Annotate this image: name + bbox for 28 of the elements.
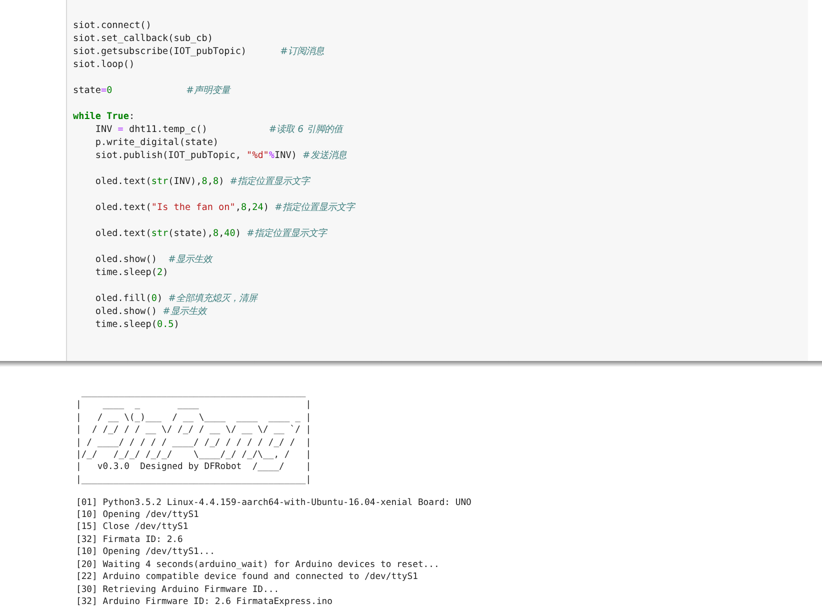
code-line: siot.connect() (73, 19, 152, 32)
code-line: siot.set_callback(sub_cb) (73, 32, 214, 45)
code-line: oled.show() #显示生效 (94, 253, 214, 266)
log-line: [20] Waiting 4 seconds(arduino_wait) for Arduino devices to reset... (76, 558, 440, 572)
ascii-art-title: __________________________________________ | ____ _ ____ | | / __ \(_)___ / __ \____ ____ ____ _ | | / /_/ / / __ \/ /_/ / __ \/ __ \/ __ `/ | | / ____/ / / / / ____/ /_/ / / / / /_/ / | |/_/ /_/_/ /_/_/ \____/_/ /_/\__, / | | v0.3.0 Designed by DFRobot /____/ | |__________________________________________| (76, 387, 312, 486)
code-line: oled.text(str(INV),8,8) #指定位置显示文字 (94, 175, 312, 188)
log-line: [32] Arduino Firmware ID: 2.6 FirmataExpress.ino (76, 596, 334, 608)
code-line: oled.fill(0) #全部填充熄灭，清屏 (94, 292, 259, 305)
code-line: time.sleep(2) (94, 266, 170, 279)
code-line: time.sleep(0.5) (94, 318, 180, 331)
code-line: INV = dht11.temp_c() #读取 6 引脚的值 (94, 123, 345, 136)
code-line: siot.getsubscribe(IOT_pubTopic) #订阅消息 (73, 45, 326, 58)
log-line: [01] Python3.5.2 Linux-4.4.159-aarch64-with-Ubuntu-16.04-xenial Board: UNO (76, 496, 472, 510)
code-cell[interactable] (66, 0, 808, 361)
log-line: [15] Close /dev/ttyS1 (76, 521, 190, 534)
code-line: p.write_digital(state) (94, 136, 220, 149)
log-line: [30] Retrieving Arduino Firmware ID... (76, 584, 280, 596)
code-line: oled.text(str(state),8,40) #指定位置显示文字 (94, 227, 328, 240)
code-line: while True: (73, 110, 136, 123)
log-line: [22] Arduino compatible device found and connected to /dev/ttyS1 (76, 571, 419, 584)
code-line: siot.loop() (73, 58, 136, 71)
log-line: [32] Firmata ID: 2.6 (76, 534, 184, 546)
log-line: [10] Opening /dev/ttyS1 (76, 509, 200, 522)
code-line: oled.show() #显示生效 (94, 305, 208, 318)
code-line: oled.text("Is the fan on",8,24) #指定位置显示文字 (94, 201, 356, 214)
log-line: [10] Opening /dev/ttyS1... (76, 546, 216, 559)
code-line: siot.publish(IOT_pubTopic, "%d"%INV) #发送消息 (94, 149, 348, 162)
code-line: state=0 #声明变量 (73, 84, 232, 97)
